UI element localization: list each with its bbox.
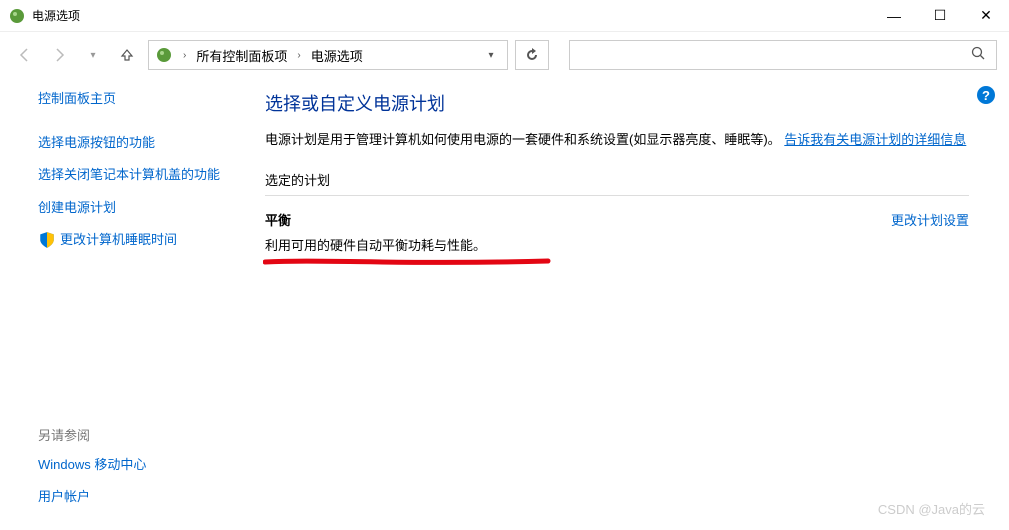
breadcrumb-item[interactable]: 电源选项 [311,46,363,65]
sidebar-link-create-plan[interactable]: 创建电源计划 [38,199,245,217]
annotation-underline [263,254,553,264]
forward-button[interactable] [46,42,72,68]
page-heading: 选择或自定义电源计划 [265,90,969,116]
sidebar-item-label: 更改计算机睡眠时间 [60,231,177,249]
watermark: CSDN @Java的云 [878,499,985,518]
maximize-button[interactable]: ☐ [917,0,963,32]
help-icon[interactable]: ? [977,86,995,104]
plan-info: 平衡 利用可用的硬件自动平衡功耗与性能。 [265,210,891,254]
plan-description: 利用可用的硬件自动平衡功耗与性能。 [265,235,891,254]
titlebar: 电源选项 — ☐ ✕ [0,0,1009,32]
app-icon [8,7,26,25]
page-description: 电源计划是用于管理计算机如何使用电源的一套硬件和系统设置(如显示器亮度、睡眠等)… [265,130,969,150]
sidebar-link-lid-close[interactable]: 选择关闭笔记本计算机盖的功能 [38,166,245,184]
breadcrumb-item[interactable]: 所有控制面板项 [196,46,287,65]
plan-name: 平衡 [265,210,891,229]
refresh-button[interactable] [515,40,549,70]
see-also-section: 另请参阅 Windows 移动中心 用户帐户 [38,425,146,520]
desc-text: 电源计划是用于管理计算机如何使用电源的一套硬件和系统设置(如显示器亮度、睡眠等)… [265,132,781,147]
close-button[interactable]: ✕ [963,0,1009,32]
sidebar-home[interactable]: 控制面板主页 [38,90,245,108]
see-also-title: 另请参阅 [38,425,146,444]
search-icon [971,46,986,64]
minimize-button[interactable]: — [871,0,917,32]
chevron-icon: › [179,50,190,61]
chevron-icon: › [293,50,304,61]
address-bar[interactable]: › 所有控制面板项 › 电源选项 ▾ [148,40,508,70]
address-icon [155,46,173,64]
desc-link[interactable]: 告诉我有关电源计划的详细信息 [784,132,966,147]
address-dropdown[interactable]: ▾ [481,41,501,69]
back-button[interactable] [12,42,38,68]
window-controls: — ☐ ✕ [871,0,1009,32]
window-title: 电源选项 [32,7,871,24]
recent-dropdown[interactable]: ▾ [80,42,106,68]
up-button[interactable] [114,42,140,68]
see-also-accounts[interactable]: 用户帐户 [38,488,146,506]
sidebar-link-sleep-time[interactable]: 更改计算机睡眠时间 [38,231,245,249]
content: 控制面板主页 选择电源按钮的功能 选择关闭笔记本计算机盖的功能 创建电源计划 更… [0,78,1009,530]
see-also-mobility[interactable]: Windows 移动中心 [38,456,146,474]
sidebar-link-power-button[interactable]: 选择电源按钮的功能 [38,134,245,152]
change-plan-link[interactable]: 更改计划设置 [891,210,969,229]
navigation-bar: ▾ › 所有控制面板项 › 电源选项 ▾ [0,32,1009,78]
search-input[interactable] [569,40,997,70]
section-title: 选定的计划 [265,170,969,196]
sidebar: 控制面板主页 选择电源按钮的功能 选择关闭笔记本计算机盖的功能 创建电源计划 更… [0,90,265,530]
main-panel: ? 选择或自定义电源计划 电源计划是用于管理计算机如何使用电源的一套硬件和系统设… [265,90,1009,530]
shield-icon [38,231,56,249]
plan-row: 平衡 利用可用的硬件自动平衡功耗与性能。 更改计划设置 [265,210,969,254]
